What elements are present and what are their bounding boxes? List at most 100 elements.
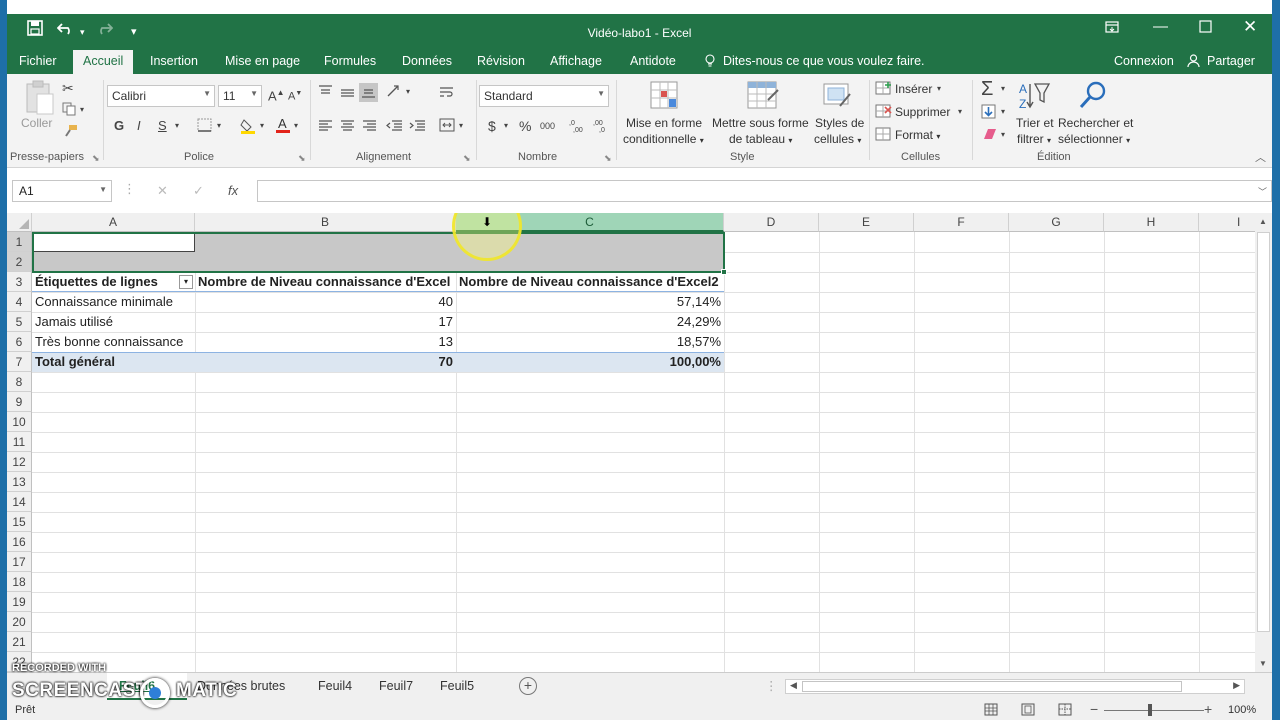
pivot-row-label[interactable]: Connaissance minimale: [32, 292, 195, 312]
add-sheet-icon[interactable]: +: [519, 677, 537, 695]
row-header[interactable]: 7: [7, 352, 32, 372]
bold-button[interactable]: G: [114, 118, 124, 133]
clear-icon[interactable]: [982, 127, 998, 143]
orientation-dropdown-icon[interactable]: ▾: [406, 87, 410, 96]
scroll-right-icon[interactable]: ▶: [1233, 680, 1240, 691]
zoom-slider-thumb[interactable]: [1148, 704, 1152, 716]
pivot-header-row-labels[interactable]: Étiquettes de lignes ▾: [32, 272, 195, 292]
signin-link[interactable]: Connexion: [1114, 54, 1174, 68]
fill-color-icon[interactable]: [240, 118, 258, 137]
normal-view-icon[interactable]: [984, 703, 998, 719]
page-break-view-icon[interactable]: [1058, 703, 1072, 719]
row-header[interactable]: 6: [7, 332, 32, 352]
pivot-row-count[interactable]: 17: [195, 312, 456, 332]
format-as-table-icon[interactable]: [746, 80, 779, 112]
find-select-label-2[interactable]: sélectionner ▾: [1058, 132, 1130, 148]
pivot-row-percent[interactable]: 18,57%: [456, 332, 724, 352]
tell-me-input[interactable]: Dites-nous ce que vous voulez faire.: [723, 54, 925, 68]
tab-fichier[interactable]: Fichier: [19, 54, 57, 68]
sort-filter-icon[interactable]: AZ: [1017, 80, 1051, 112]
align-bottom-icon[interactable]: [359, 83, 378, 102]
horizontal-scrollbar[interactable]: ◀ ▶: [785, 679, 1245, 694]
select-all-button[interactable]: [7, 213, 32, 232]
row-header[interactable]: 2: [7, 252, 32, 272]
row-header[interactable]: 15: [7, 512, 32, 532]
insert-cells-button[interactable]: Insérer: [895, 82, 932, 96]
worksheet-grid[interactable]: A B C D E F G H I 1 2 3 4 5 6 7 8 9 10 1…: [7, 213, 1255, 672]
row-header[interactable]: 13: [7, 472, 32, 492]
font-color-dropdown-icon[interactable]: ▾: [294, 121, 298, 130]
fill-color-dropdown-icon[interactable]: ▾: [260, 121, 264, 130]
cell-styles-label-1[interactable]: Styles de: [815, 116, 864, 130]
insert-function-icon[interactable]: fx: [228, 183, 238, 198]
zoom-out-icon[interactable]: −: [1090, 701, 1098, 717]
cancel-entry-icon[interactable]: ✕: [157, 183, 168, 199]
cell-styles-icon[interactable]: [822, 80, 854, 112]
tab-accueil[interactable]: Accueil: [73, 50, 134, 76]
vertical-scrollbar[interactable]: ▲ ▼: [1255, 213, 1272, 672]
minimize-icon[interactable]: —: [1153, 18, 1168, 35]
pivot-header-count[interactable]: Nombre de Niveau connaissance d'Excel: [195, 272, 456, 292]
formula-input[interactable]: ﹀: [257, 180, 1272, 202]
borders-dropdown-icon[interactable]: ▾: [217, 121, 221, 130]
row-header[interactable]: 5: [7, 312, 32, 332]
row-header[interactable]: 18: [7, 572, 32, 592]
sheet-tab-feuil7[interactable]: Feuil7: [379, 679, 413, 693]
scroll-down-icon[interactable]: ▼: [1259, 659, 1267, 668]
filter-dropdown-icon[interactable]: ▾: [179, 275, 193, 289]
row-header[interactable]: 20: [7, 612, 32, 632]
orientation-icon[interactable]: [386, 84, 404, 102]
row-header[interactable]: 19: [7, 592, 32, 612]
format-as-table-label-2[interactable]: de tableau ▾: [729, 132, 792, 148]
find-select-label-1[interactable]: Rechercher et: [1058, 116, 1133, 130]
row-header[interactable]: 3: [7, 272, 32, 292]
zoom-in-icon[interactable]: +: [1204, 701, 1212, 717]
column-header-f[interactable]: F: [914, 213, 1009, 232]
sort-filter-label-2[interactable]: filtrer ▾: [1017, 132, 1051, 148]
column-header-d[interactable]: D: [724, 213, 819, 232]
format-cells-button[interactable]: Format ▾: [895, 128, 940, 144]
sheet-tab-feuil5[interactable]: Feuil5: [440, 679, 474, 693]
borders-icon[interactable]: [197, 118, 213, 136]
conditional-formatting-icon[interactable]: [649, 80, 681, 112]
tab-donnees[interactable]: Données: [402, 54, 452, 68]
pivot-row-label[interactable]: Jamais utilisé: [32, 312, 195, 332]
italic-button[interactable]: I: [137, 118, 141, 133]
share-button[interactable]: Partager: [1207, 54, 1255, 68]
row-header[interactable]: 16: [7, 532, 32, 552]
selected-range[interactable]: [32, 252, 724, 272]
pivot-header-percent[interactable]: Nombre de Niveau connaissance d'Excel2: [456, 272, 724, 292]
format-cells-icon[interactable]: [875, 127, 893, 144]
scroll-thumb[interactable]: [1257, 232, 1270, 632]
insert-dropdown-icon[interactable]: ▾: [937, 84, 941, 93]
cell-styles-label-2[interactable]: cellules ▾: [814, 132, 861, 148]
close-icon[interactable]: ✕: [1243, 17, 1257, 37]
clipboard-launcher-icon[interactable]: ⬊: [92, 153, 100, 164]
row-header[interactable]: 1: [7, 232, 32, 252]
fill-dropdown-icon[interactable]: ▾: [1001, 107, 1005, 116]
tab-insertion[interactable]: Insertion: [150, 54, 198, 68]
pivot-row-percent[interactable]: 57,14%: [456, 292, 724, 312]
row-header[interactable]: 11: [7, 432, 32, 452]
increase-decimal-icon[interactable]: ,0,00: [569, 118, 587, 136]
increase-font-icon[interactable]: A▲: [268, 88, 285, 103]
delete-cells-button[interactable]: Supprimer: [895, 105, 950, 119]
pivot-row-count[interactable]: 40: [195, 292, 456, 312]
sort-filter-label-1[interactable]: Trier et: [1016, 116, 1054, 130]
paste-icon[interactable]: [24, 80, 56, 115]
clear-dropdown-icon[interactable]: ▾: [1001, 130, 1005, 139]
scroll-up-icon[interactable]: ▲: [1259, 217, 1267, 226]
pivot-total-percent[interactable]: 100,00%: [456, 352, 724, 372]
copy-dropdown-icon[interactable]: ▾: [80, 105, 84, 114]
tab-formules[interactable]: Formules: [324, 54, 376, 68]
zoom-slider[interactable]: [1104, 710, 1204, 711]
number-launcher-icon[interactable]: ⬊: [604, 153, 612, 164]
ribbon-display-options-icon[interactable]: [1105, 20, 1119, 38]
font-launcher-icon[interactable]: ⬊: [298, 153, 306, 164]
align-right-icon[interactable]: [362, 119, 377, 135]
row-header[interactable]: 14: [7, 492, 32, 512]
align-top-icon[interactable]: [318, 84, 333, 101]
horizontal-scroll-thumb[interactable]: [802, 681, 1182, 692]
autosum-icon[interactable]: Σ: [981, 78, 993, 101]
column-header-e[interactable]: E: [819, 213, 914, 232]
